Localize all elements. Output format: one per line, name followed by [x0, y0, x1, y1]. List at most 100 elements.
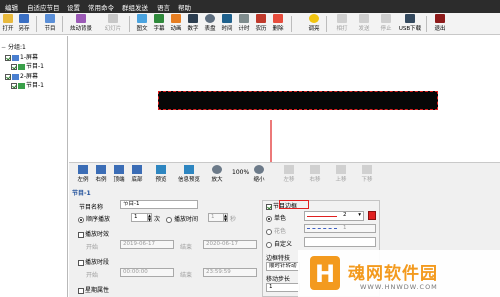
play-date-option[interactable]: 播放时效: [78, 229, 109, 238]
menu-group-send[interactable]: 群组发送: [122, 2, 148, 12]
fixed-time-option[interactable]: 播放时间: [166, 214, 198, 223]
move-step-field[interactable]: 1: [266, 283, 300, 292]
program-border-checkbox[interactable]: [266, 203, 272, 210]
align-bottom-button[interactable]: 底部: [128, 165, 146, 183]
tree-screen-2[interactable]: 2-屏幕: [5, 73, 38, 81]
collapse-icon: −: [1, 44, 7, 51]
site-watermark: H 魂网软件园 WWW.HNWDW.COM: [298, 250, 500, 297]
time-icon: [222, 14, 232, 23]
brightness-button[interactable]: 调亮: [302, 14, 326, 34]
menu-edit[interactable]: 编辑: [5, 2, 18, 12]
preview-button[interactable]: 预览: [152, 165, 170, 183]
single-color-value: 2: [343, 212, 347, 218]
program-tree: − 分组:1 1-屏幕 节目-1 2-屏幕 节目-1: [0, 36, 68, 297]
program-icon: [18, 63, 25, 70]
stop-icon: [381, 14, 391, 23]
tree-program-2[interactable]: 节目-1: [11, 82, 44, 90]
move-down-button[interactable]: 下移: [356, 165, 378, 183]
fixed-time-field[interactable]: 1: [208, 213, 224, 222]
logo-letter: H: [315, 260, 336, 288]
led-screen-area[interactable]: [158, 91, 438, 110]
menu-common-commands[interactable]: 常用命令: [88, 2, 114, 12]
exit-button[interactable]: 退出: [428, 14, 452, 34]
tree-screen-1[interactable]: 1-屏幕: [5, 54, 38, 62]
menu-adaptive-program[interactable]: 自适应节目: [27, 2, 60, 12]
usb-download-button[interactable]: USB下载: [396, 14, 424, 34]
digit-icon: [188, 14, 198, 23]
exit-icon: [435, 14, 445, 23]
slideshow-button[interactable]: 幻灯片: [98, 14, 128, 34]
align-top-icon: [114, 165, 124, 174]
info-preview-icon: [184, 165, 194, 174]
move-left-button[interactable]: 左移: [278, 165, 300, 183]
watermark-url: WWW.HNWDW.COM: [360, 283, 438, 291]
single-color-radio[interactable]: [266, 215, 272, 222]
program-button[interactable]: 节目: [38, 14, 62, 34]
order-count-stepper[interactable]: ▲ ▼: [147, 213, 152, 222]
play-period-option[interactable]: 播放时段: [78, 257, 109, 266]
screen-1-checkbox[interactable]: [5, 54, 11, 61]
end-time-field[interactable]: 23:59:59: [203, 268, 257, 277]
fixed-time-stepper[interactable]: ▲ ▼: [223, 213, 228, 222]
program-2-checkbox[interactable]: [11, 82, 17, 89]
tree-group-node[interactable]: − 分组:1: [1, 44, 26, 52]
delete-button[interactable]: 删除: [266, 14, 290, 34]
fixed-time-unit-label: 秒: [230, 216, 237, 223]
start-time-field[interactable]: 00:00:00: [120, 268, 174, 277]
background-icon: [76, 14, 86, 23]
animation-icon: [171, 14, 181, 23]
move-right-button[interactable]: 右移: [304, 165, 326, 183]
custom-border-radio[interactable]: [266, 241, 272, 248]
start-date-field[interactable]: 2019-06-17: [120, 240, 174, 249]
zoom-in-button[interactable]: 放大: [208, 165, 226, 183]
program-1-checkbox[interactable]: [11, 63, 17, 70]
program-name-field[interactable]: 节目-1: [120, 200, 198, 209]
tree-program-1[interactable]: 节目-1: [11, 63, 44, 71]
custom-border-field[interactable]: [304, 237, 376, 247]
order-unit-label: 次: [154, 216, 161, 223]
align-left-icon: [78, 165, 88, 174]
play-period-checkbox[interactable]: [78, 259, 84, 266]
flower-color-radio[interactable]: [266, 228, 272, 235]
move-up-button[interactable]: 上移: [330, 165, 352, 183]
flower-color-option[interactable]: 花色: [266, 226, 286, 235]
program-icon: [18, 82, 25, 89]
save-as-button[interactable]: 另存: [12, 14, 36, 34]
zoom-in-icon: [212, 165, 222, 174]
time-start-label: 开始: [86, 272, 99, 279]
zoom-out-button[interactable]: 缩小: [250, 165, 268, 183]
flower-color-select[interactable]: 1: [304, 224, 376, 233]
dial-icon: [205, 14, 215, 23]
single-color-option[interactable]: 单色: [266, 213, 286, 222]
align-top-button[interactable]: 顶端: [110, 165, 128, 183]
brightness-icon: [309, 14, 319, 23]
single-color-select[interactable]: 2 ▾: [304, 211, 364, 221]
menu-help[interactable]: 帮助: [178, 2, 191, 12]
order-play-radio[interactable]: [78, 216, 84, 223]
calibrate-icon: [337, 14, 347, 23]
align-right-button[interactable]: 右例: [92, 165, 110, 183]
screen-2-checkbox[interactable]: [5, 73, 11, 80]
order-play-option[interactable]: 顺序播放: [78, 214, 110, 223]
end-date-field[interactable]: 2020-06-17: [203, 240, 257, 249]
dynamic-background-button[interactable]: 炫动背景: [66, 14, 96, 34]
color-swatch[interactable]: [368, 211, 376, 220]
order-count-field[interactable]: 1: [131, 213, 148, 222]
custom-border-option[interactable]: 自定义: [266, 239, 292, 248]
save-icon: [19, 14, 29, 23]
align-right-icon: [96, 165, 106, 174]
usb-icon: [405, 14, 415, 23]
week-property-option[interactable]: 星期属性: [78, 285, 109, 294]
timer-icon: [239, 14, 249, 23]
fixed-time-radio[interactable]: [166, 216, 172, 223]
preview-icon: [156, 165, 166, 174]
menu-settings[interactable]: 设置: [67, 2, 80, 12]
align-left-button[interactable]: 左例: [74, 165, 92, 183]
slideshow-icon: [108, 14, 118, 23]
play-date-checkbox[interactable]: [78, 231, 84, 238]
info-preview-button[interactable]: 信息预览: [172, 165, 206, 183]
menu-language[interactable]: 语言: [157, 2, 170, 12]
border-effect-select[interactable]: 顺时针转动: [266, 262, 300, 271]
send-icon: [359, 14, 369, 23]
week-property-checkbox[interactable]: [78, 287, 84, 294]
